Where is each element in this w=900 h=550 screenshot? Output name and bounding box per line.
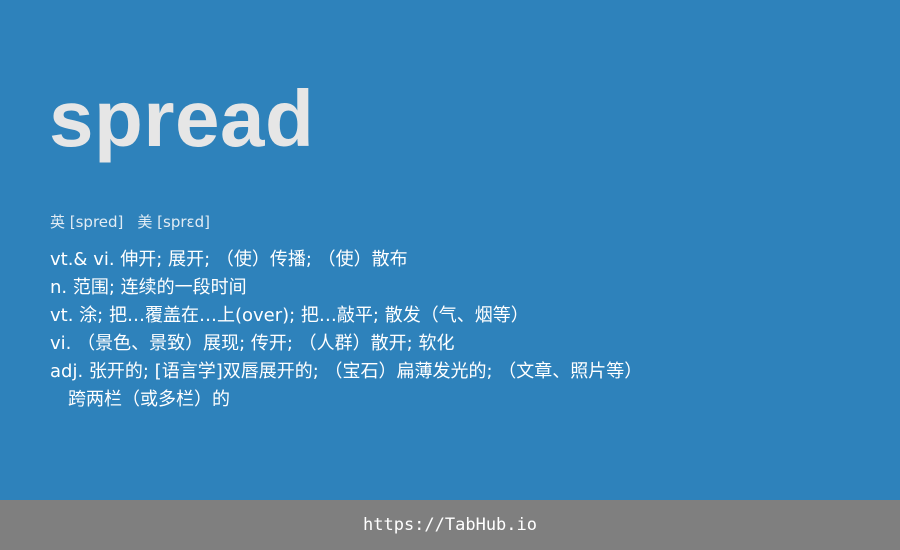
us-phonetic: 美 [sprɛd] — [137, 213, 211, 231]
headword: spread — [49, 74, 315, 163]
definition-line-continuation: 跨两栏（或多栏）的 — [68, 389, 230, 410]
definition-line: vt.& vi. 伸开; 展开; （使）传播; （使）散布 — [50, 249, 408, 270]
definition-line: n. 范围; 连续的一段时间 — [50, 277, 247, 298]
definition-line: adj. 张开的; [语言学]双唇展开的; （宝石）扁薄发光的; （文章、照片等… — [50, 361, 643, 382]
footer-bar: https://TabHub.io — [0, 500, 900, 550]
definition-line: vt. 涂; 把…覆盖在…上(over); 把…敲平; 散发（气、烟等） — [50, 305, 529, 326]
definitions-list: vt.& vi. 伸开; 展开; （使）传播; （使）散布 n. 范围; 连续的… — [50, 246, 870, 414]
definition-line: vi. （景色、景致）展现; 传开; （人群）散开; 软化 — [50, 333, 455, 354]
footer-link[interactable]: https://TabHub.io — [363, 515, 537, 535]
uk-phonetic: 英 [spred] — [50, 213, 124, 231]
word-card: spread 英 [spred] 美 [sprɛd] vt.& vi. 伸开; 展… — [0, 0, 900, 500]
phonetics: 英 [spred] 美 [sprɛd] — [50, 212, 210, 232]
